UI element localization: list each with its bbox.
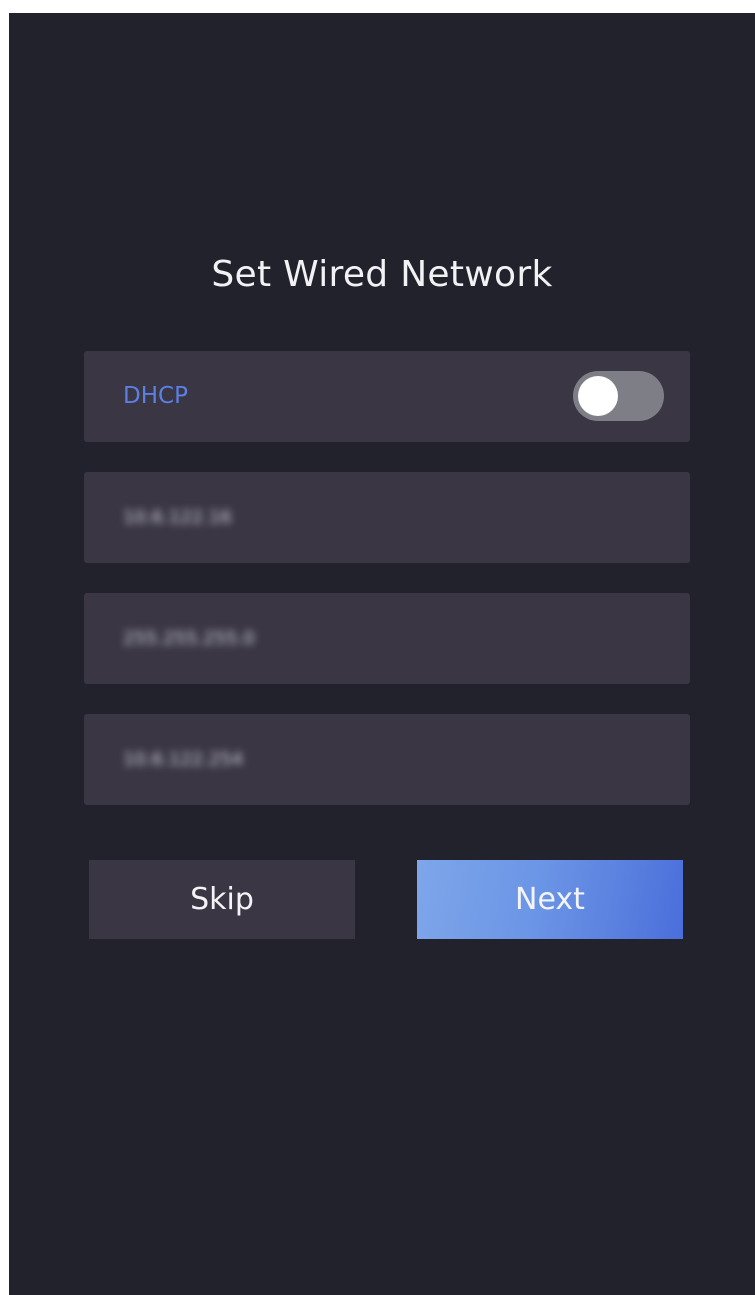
- dhcp-row: DHCP: [84, 351, 690, 442]
- subnet-mask-value: 255.255.255.0: [123, 628, 255, 649]
- next-button[interactable]: Next: [417, 860, 683, 939]
- page-title: Set Wired Network: [211, 254, 553, 295]
- ip-address-value: 10.6.122.16: [123, 507, 232, 528]
- toggle-knob: [578, 376, 618, 416]
- subnet-mask-field[interactable]: 255.255.255.0: [84, 593, 690, 684]
- ip-address-field[interactable]: 10.6.122.16: [84, 472, 690, 563]
- gateway-field[interactable]: 10.6.122.254: [84, 714, 690, 805]
- dhcp-toggle[interactable]: [573, 371, 664, 421]
- skip-button[interactable]: Skip: [89, 860, 355, 939]
- gateway-value: 10.6.122.254: [123, 749, 244, 770]
- dhcp-label: DHCP: [123, 383, 188, 409]
- setup-screen: Set Wired Network DHCP 10.6.122.16 255.2…: [9, 13, 755, 1295]
